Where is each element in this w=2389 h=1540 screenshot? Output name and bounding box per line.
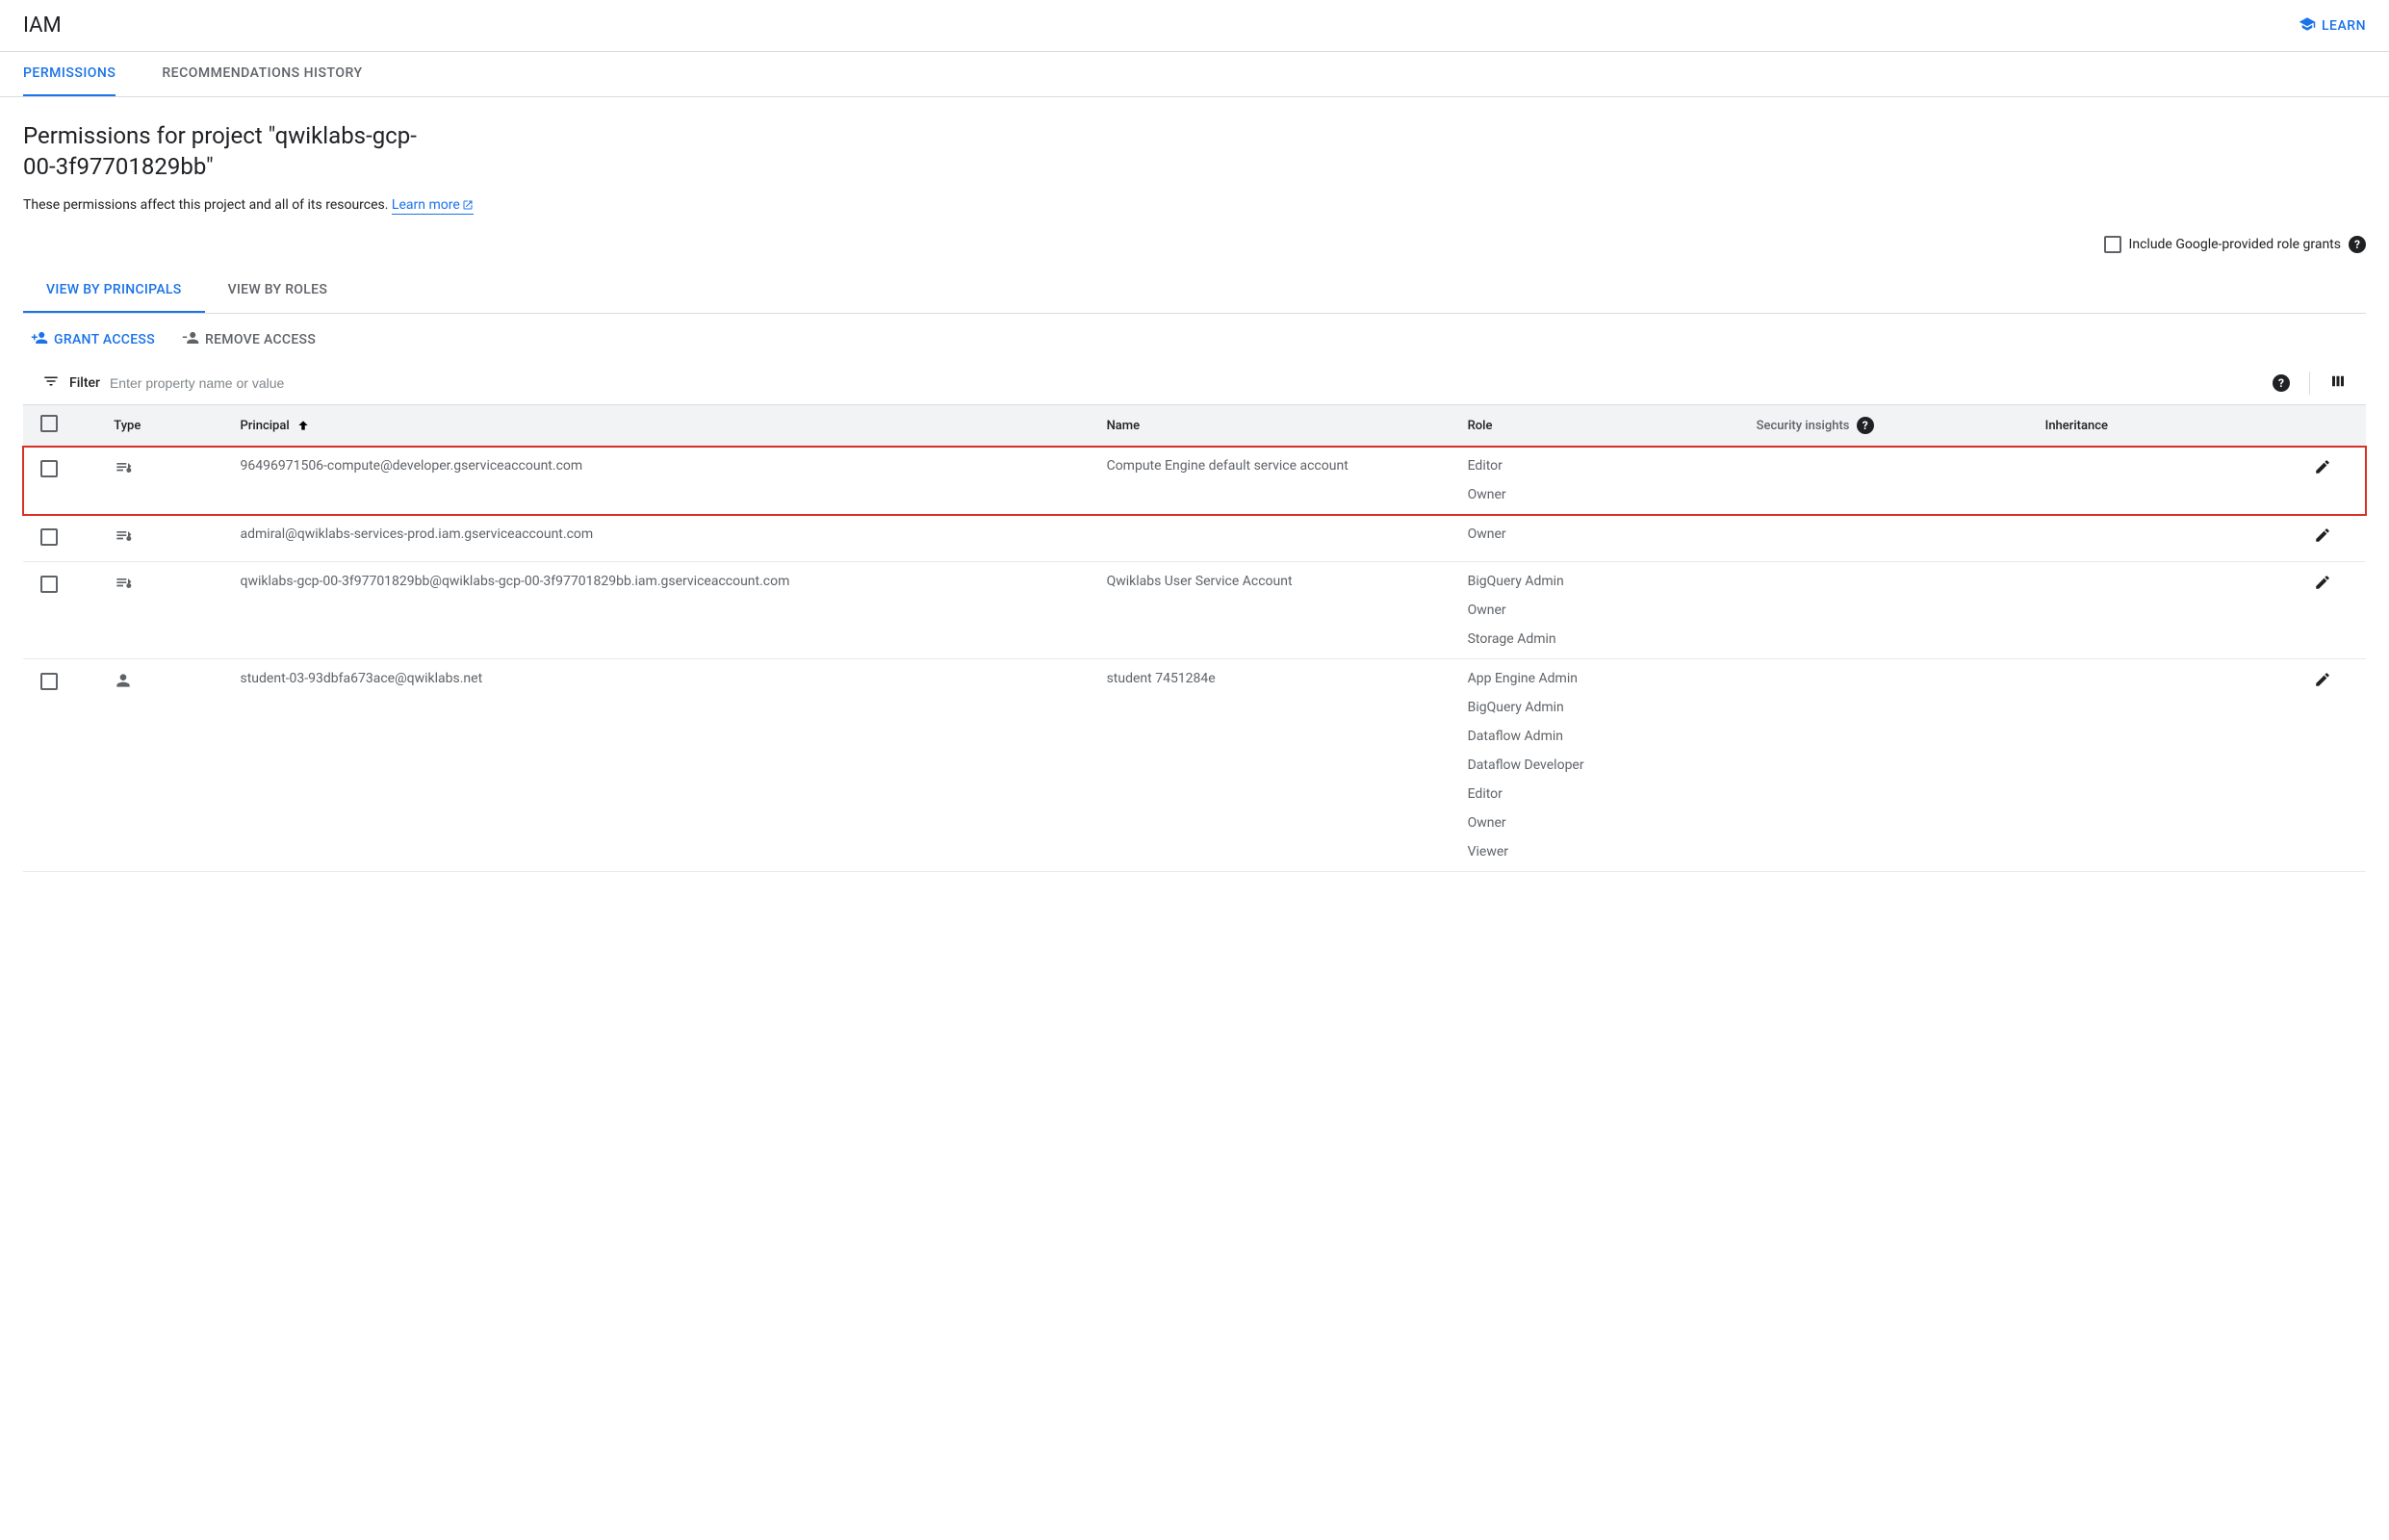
service-account-icon xyxy=(114,581,133,597)
service-account-icon xyxy=(114,534,133,550)
inheritance-cell xyxy=(2038,447,2254,515)
tab-recommendations-history[interactable]: RECOMMENDATIONS HISTORY xyxy=(162,52,362,96)
include-google-checkbox[interactable] xyxy=(2104,236,2121,253)
column-name[interactable]: Name xyxy=(1099,405,1460,447)
edit-button[interactable] xyxy=(2314,532,2331,548)
insights-cell xyxy=(1749,515,2038,562)
column-principal[interactable]: Principal xyxy=(233,405,1099,447)
table-row: student-03-93dbfa673ace@qwiklabs.netstud… xyxy=(23,659,2366,872)
learn-more-link[interactable]: Learn more xyxy=(392,197,474,215)
tab-view-by-principals[interactable]: VIEW BY PRINCIPALS xyxy=(23,269,205,313)
edit-button[interactable] xyxy=(2314,579,2331,595)
role-cell: Owner xyxy=(1460,515,1749,562)
columns-icon[interactable] xyxy=(2329,372,2347,394)
principals-table: Type Principal Name Role Security insigh… xyxy=(23,404,2366,872)
divider xyxy=(2309,372,2310,395)
insights-cell xyxy=(1749,447,2038,515)
column-role[interactable]: Role xyxy=(1460,405,1749,447)
column-security-insights[interactable]: Security insights ? xyxy=(1749,405,2038,447)
learn-button[interactable]: LEARN xyxy=(2299,15,2366,37)
person-add-icon xyxy=(31,329,48,350)
grant-access-label: GRANT ACCESS xyxy=(54,332,155,347)
page-title: Permissions for project "qwiklabs-gcp-00… xyxy=(23,120,437,182)
table-row: 96496971506-compute@developer.gserviceac… xyxy=(23,447,2366,515)
include-google-label: Include Google-provided role grants xyxy=(2129,237,2341,252)
person-remove-icon xyxy=(182,329,199,350)
role-cell: EditorOwner xyxy=(1460,447,1749,515)
edit-button[interactable] xyxy=(2314,677,2331,692)
insights-cell xyxy=(1749,562,2038,659)
edit-button[interactable] xyxy=(2314,464,2331,479)
table-row: admiral@qwiklabs-services-prod.iam.gserv… xyxy=(23,515,2366,562)
principal-cell: admiral@qwiklabs-services-prod.iam.gserv… xyxy=(233,515,1099,562)
inheritance-cell xyxy=(2038,562,2254,659)
principal-cell: qwiklabs-gcp-00-3f97701829bb@qwiklabs-gc… xyxy=(233,562,1099,659)
table-row: qwiklabs-gcp-00-3f97701829bb@qwiklabs-gc… xyxy=(23,562,2366,659)
inheritance-cell xyxy=(2038,515,2254,562)
page-header-title: IAM xyxy=(23,13,62,38)
row-checkbox[interactable] xyxy=(40,460,58,477)
row-checkbox[interactable] xyxy=(40,528,58,546)
row-checkbox[interactable] xyxy=(40,673,58,690)
service-account-icon xyxy=(114,466,133,481)
filter-icon xyxy=(42,372,60,394)
remove-access-button[interactable]: REMOVE ACCESS xyxy=(182,329,316,350)
remove-access-label: REMOVE ACCESS xyxy=(205,332,316,347)
name-cell xyxy=(1099,515,1460,562)
filter-input[interactable] xyxy=(110,375,2263,391)
page-subtitle: These permissions affect this project an… xyxy=(23,197,2366,213)
name-cell: Compute Engine default service account xyxy=(1099,447,1460,515)
insights-help-icon[interactable]: ? xyxy=(1857,417,1874,434)
select-all-checkbox[interactable] xyxy=(40,415,58,432)
filter-label: Filter xyxy=(69,375,100,391)
role-cell: BigQuery AdminOwnerStorage Admin xyxy=(1460,562,1749,659)
column-inheritance[interactable]: Inheritance xyxy=(2038,405,2254,447)
column-type[interactable]: Type xyxy=(106,405,232,447)
principal-cell: student-03-93dbfa673ace@qwiklabs.net xyxy=(233,659,1099,872)
inheritance-cell xyxy=(2038,659,2254,872)
tab-permissions[interactable]: PERMISSIONS xyxy=(23,52,116,96)
graduation-cap-icon xyxy=(2299,15,2316,37)
learn-label: LEARN xyxy=(2322,18,2366,34)
help-icon[interactable]: ? xyxy=(2349,236,2366,253)
name-cell: student 7451284e xyxy=(1099,659,1460,872)
sort-ascending-icon xyxy=(293,419,310,433)
user-icon xyxy=(114,679,133,694)
filter-help-icon[interactable]: ? xyxy=(2273,374,2290,392)
row-checkbox[interactable] xyxy=(40,576,58,593)
name-cell: Qwiklabs User Service Account xyxy=(1099,562,1460,659)
grant-access-button[interactable]: GRANT ACCESS xyxy=(31,329,155,350)
principal-cell: 96496971506-compute@developer.gserviceac… xyxy=(233,447,1099,515)
tab-view-by-roles[interactable]: VIEW BY ROLES xyxy=(205,269,351,313)
role-cell: App Engine AdminBigQuery AdminDataflow A… xyxy=(1460,659,1749,872)
insights-cell xyxy=(1749,659,2038,872)
